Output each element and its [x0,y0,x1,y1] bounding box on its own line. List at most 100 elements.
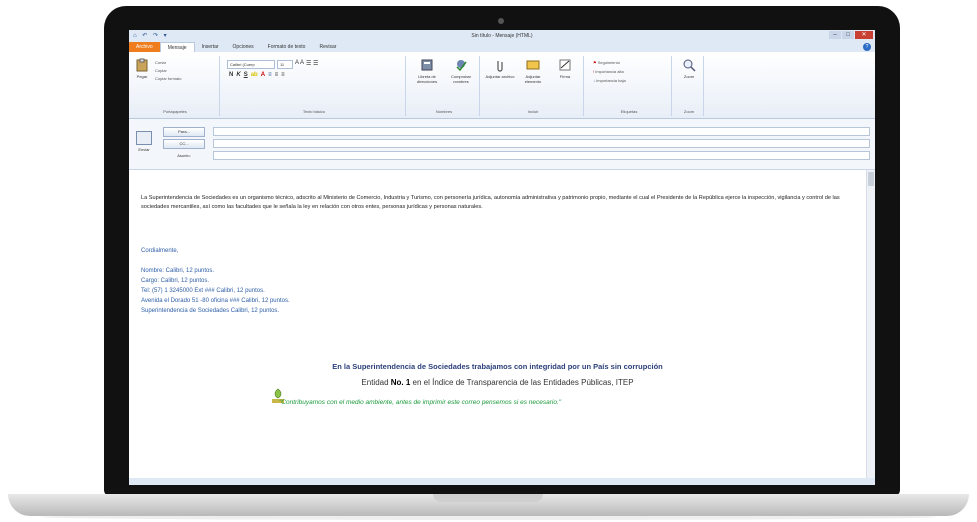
list-icon[interactable]: ☰ ☰ [306,60,318,69]
format-painter-button[interactable]: Copiar formato [155,76,181,81]
group-clipboard: Pegar Cortar Copiar Copiar formato Porta… [131,56,220,116]
align-left-icon[interactable]: ≡ [268,72,272,78]
check-names-button[interactable]: Comprobar nombres [445,58,477,84]
transparency-slogan: Entidad No. 1 en el Índice de Transparen… [129,378,866,387]
low-importance-button[interactable]: ↓ Importancia baja [593,78,626,83]
to-field[interactable] [213,127,870,136]
attach-item-button[interactable]: Adjuntar elemento [517,58,549,84]
vertical-scrollbar[interactable] [866,170,875,478]
minimize-button[interactable]: – [829,31,841,39]
window-controls: – □ ✕ [829,31,873,39]
address-book-button[interactable]: Libreta de direcciones [411,58,443,84]
help-icon[interactable]: ? [863,43,871,51]
tab-mensaje[interactable]: Mensaje [159,41,195,53]
address-book-icon [421,59,433,71]
message-body[interactable]: La Superintendencia de Sociedades es un … [129,170,866,478]
signature-line: Tel: (57) 1 3245000 Ext ### Calibri, 12 … [141,288,265,294]
group-label-names: Nombres [435,109,453,114]
bottom-bar [129,478,875,485]
copy-button[interactable]: Copiar [155,68,167,73]
transparency-text: Entidad [361,378,391,387]
font-color-icon[interactable]: A [261,72,265,78]
subject-field[interactable] [213,151,870,160]
cut-button[interactable]: Cortar [155,60,166,65]
cc-button[interactable]: CC... [163,138,205,149]
low-importance-label: Importancia baja [596,78,626,83]
high-importance-label: Importancia alta [595,69,624,74]
magnifier-icon [683,59,696,72]
title-bar: ⌂ ↶ ↷ ▾ Sin título - Mensaje (HTML) – □ … [129,30,875,42]
send-label: Enviar [138,147,150,152]
tab-archivo[interactable]: Archivo [129,42,160,52]
bold-icon[interactable]: N [229,72,233,78]
font-size-select[interactable]: 11 [277,60,293,69]
send-icon [136,131,152,145]
signature-icon [559,59,571,71]
to-row: Para... [163,126,205,137]
italic-icon[interactable]: K [236,72,240,78]
check-names-label: Comprobar nombres [450,74,471,84]
underline-icon[interactable]: S [244,72,248,78]
group-names: Libreta de direcciones Comprobar nombres… [409,56,480,116]
integrity-slogan: En la Superintendencia de Sociedades tra… [332,362,663,371]
signature-button[interactable]: Firma [551,58,579,79]
group-include: Adjuntar archivo Adjuntar elemento Firma… [483,56,584,116]
camera-dot [498,18,504,24]
group-label-include: Incluir [527,109,539,114]
address-book-label: Libreta de direcciones [416,74,438,84]
zoom-button[interactable]: Zoom [677,58,701,79]
tab-formato-texto[interactable]: Formato de texto [261,42,313,52]
paperclip-icon [497,61,503,72]
high-importance-button[interactable]: ! Importancia alta [593,69,624,74]
scrollbar-thumb[interactable] [868,172,874,186]
body-paragraph: La Superintendencia de Sociedades es un … [141,195,840,210]
envelope-icon [526,60,540,70]
signature-line: Cargo: Calibri, 12 puntos. [141,278,210,284]
clipboard-icon [136,58,148,72]
check-names-icon [456,60,467,72]
to-button[interactable]: Para... [163,126,205,137]
signature-line: Avenida el Dorado 51 -80 oficina ### Cal… [141,298,290,304]
format-row: N K S ab A ≡ ≡ ≡ [229,72,285,78]
follow-up-label: Seguimiento [597,60,620,65]
group-label-clipboard: Portapapeles [163,109,187,114]
group-label-basic-text: Texto básico [302,109,326,114]
group-zoom: Zoom Zoom [675,56,704,116]
font-grow-icon[interactable]: A A [295,60,304,69]
ribbon: Pegar Cortar Copiar Copiar formato Porta… [129,52,875,119]
signature-line: Nombre: Calibri, 12 puntos. [141,268,215,274]
close-button[interactable]: ✕ [855,31,873,39]
signature-line: Superintendencia de Sociedades Calibri, … [141,308,280,314]
tab-insertar[interactable]: Insertar [195,42,226,52]
font-family-select[interactable]: Calibri (Cuerp [227,60,275,69]
attach-item-label: Adjuntar elemento [524,74,542,84]
zoom-label: Zoom [683,74,695,79]
rank-text: No. 1 [390,378,411,387]
align-right-icon[interactable]: ≡ [281,72,285,78]
maximize-button[interactable]: □ [842,31,854,39]
window-title: Sin título - Mensaje (HTML) [471,33,533,39]
laptop-notch [433,494,543,502]
align-center-icon[interactable]: ≡ [275,72,279,78]
tab-revisar[interactable]: Revisar [312,42,343,52]
attach-file-label: Adjuntar archivo [485,74,515,79]
cc-field[interactable] [213,139,870,148]
message-header: Enviar Para... CC... Asunto: [129,119,875,170]
paste-label: Pegar [136,74,148,79]
transparency-text-end: en el Índice de Transparencia de las Ent… [410,378,634,387]
subject-row: Asunto: [163,151,205,160]
group-label-tags: Etiquetas [620,109,638,114]
follow-up-button[interactable]: ⚑ Seguimiento [593,60,620,65]
send-button[interactable]: Enviar [133,127,155,161]
highlight-icon[interactable]: ab [251,72,258,78]
subject-label: Asunto: [177,153,191,158]
font-row: Calibri (Cuerp 11 A A ☰ ☰ [227,60,318,69]
ribbon-tabs: Archivo Mensaje Insertar Opciones Format… [129,41,875,53]
signature-label: Firma [559,74,571,79]
greeting: Cordialmente, [141,248,179,254]
paste-button[interactable]: Pegar [133,58,151,79]
tab-opciones[interactable]: Opciones [226,42,261,52]
attach-file-button[interactable]: Adjuntar archivo [485,58,515,79]
environment-slogan: "Contribuyamos con el medio ambiente, an… [279,399,562,406]
group-label-zoom: Zoom [683,109,695,114]
